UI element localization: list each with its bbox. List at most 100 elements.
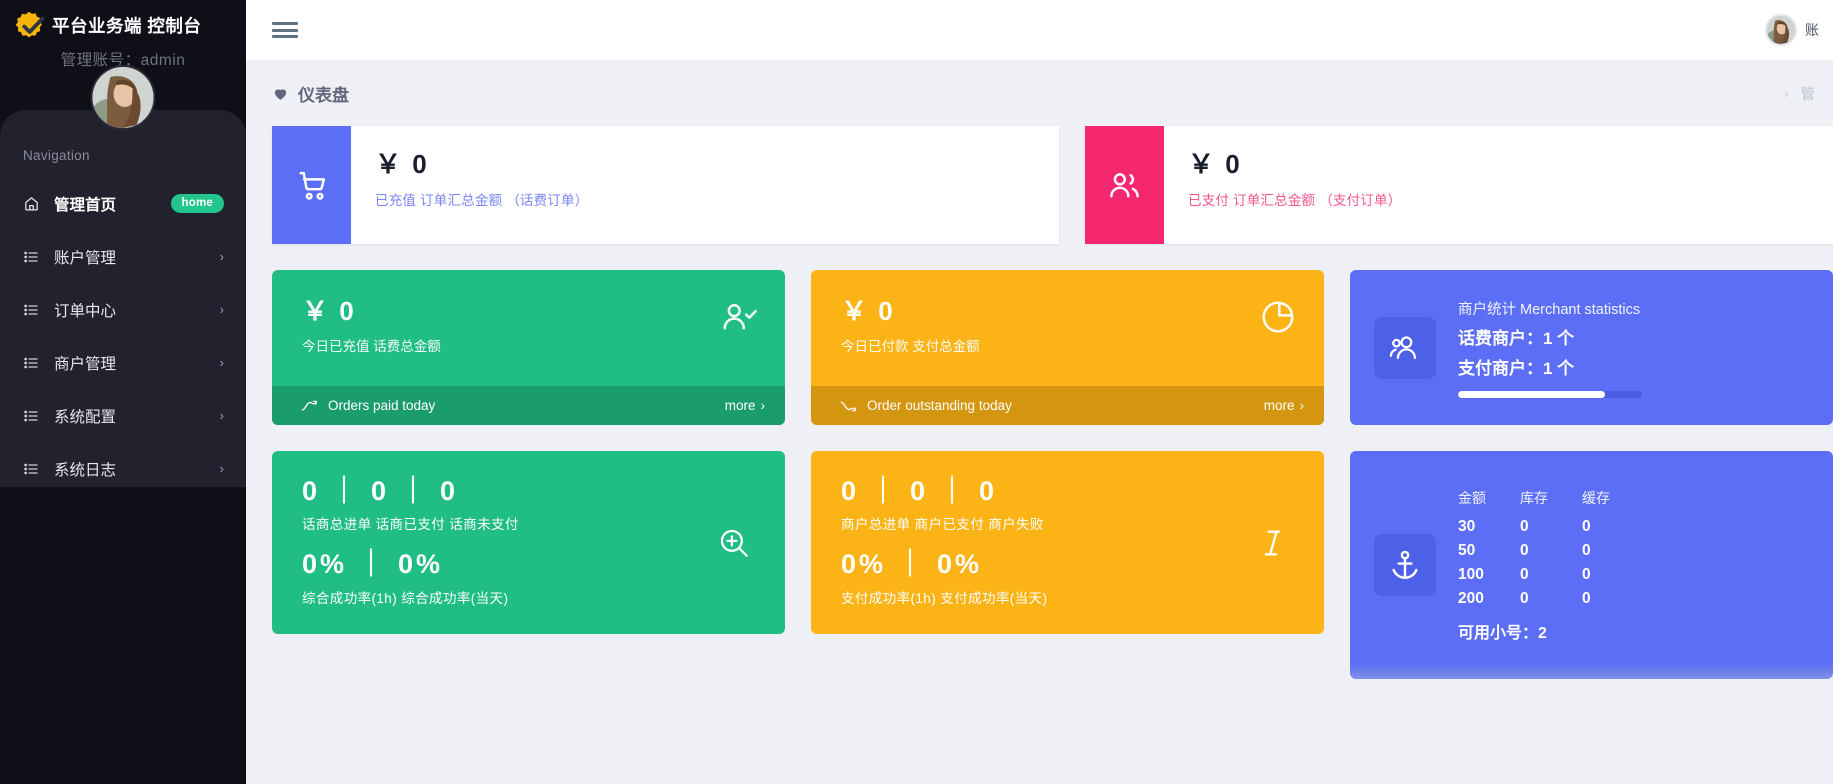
users-icon — [1085, 126, 1164, 244]
list-icon — [23, 302, 45, 318]
brand-title: 平台业务端 控制台 — [52, 13, 201, 38]
sidebar-item-home[interactable]: 管理首页 home — [0, 177, 246, 230]
tile-subtitle: 今日已充值 话费总金额 — [302, 335, 785, 355]
tile-amount: ￥ 0 — [841, 297, 1324, 326]
success-rate-labels: 综合成功率(1h) 综合成功率(当天) — [302, 587, 785, 607]
success-rates: 0% ｜ 0% — [841, 550, 1324, 578]
sidebar-item-orders[interactable]: 订单中心 › — [0, 283, 246, 336]
more-label: more — [725, 398, 756, 413]
tile-upper: ￥ 0 今日已付款 支付总金额 — [811, 270, 1324, 386]
shopping-cart-icon — [272, 126, 351, 244]
tile-order-outstanding-today: ￥ 0 今日已付款 支付总金额 — [811, 270, 1324, 425]
table-row: 200 0 0 — [1458, 587, 1644, 611]
home-badge: home — [171, 194, 224, 213]
topbar: 账 — [246, 0, 1833, 60]
text-cursor-icon[interactable] — [1256, 526, 1290, 560]
cell-cache: 0 — [1582, 515, 1644, 539]
breadcrumb-trail[interactable]: › 管 — [1784, 83, 1815, 104]
tile-subtitle: 今日已付款 支付总金额 — [841, 335, 1324, 355]
sidebar-nav: Navigation 管理首页 home 账户管理 › — [0, 110, 246, 487]
nav-heading: Navigation — [0, 148, 246, 163]
cell-amount: 30 — [1458, 515, 1520, 539]
cell-amount: 200 — [1458, 587, 1520, 611]
sidebar-item-label: 系统日志 — [54, 458, 116, 480]
chevron-right-icon: › — [220, 409, 224, 422]
tile-footer-label: Order outstanding today — [867, 398, 1012, 413]
stat-card-body: ￥ 0 已充值 订单汇总金额 （话费订单） — [351, 126, 588, 244]
breadcrumb: 仪表盘 › 管 — [246, 60, 1833, 126]
merchant-statistics-card: 商户统计 Merchant statistics 话费商户：1 个 支付商户：1… — [1350, 270, 1833, 425]
tile-footer[interactable]: Orders paid today more › — [272, 386, 785, 425]
merchant-heading: 商户统计 Merchant statistics — [1458, 298, 1642, 319]
top-stat-row: ￥ 0 已充值 订单汇总金额 （话费订单） ￥ 0 已支付 订单汇总金额 （支付… — [272, 126, 1833, 244]
sidebar-item-account[interactable]: 账户管理 › — [0, 230, 246, 283]
stock-card: 金额 库存 缓存 30 0 0 — [1350, 451, 1833, 679]
tile-footer-label: Orders paid today — [328, 398, 435, 413]
chevron-right-icon: › — [220, 250, 224, 263]
brand[interactable]: 平台业务端 控制台 — [0, 0, 246, 44]
column-header: 缓存 — [1582, 488, 1644, 515]
stat-card-paid-total: ￥ 0 已支付 订单汇总金额 （支付订单） — [1085, 126, 1833, 244]
sidebar: 平台业务端 控制台 管理账号：admin Navigation — [0, 0, 246, 784]
available-subaccount-label: 可用小号：2 — [1458, 619, 1644, 643]
card-fade-overlay — [1350, 663, 1833, 679]
bottom-tile-row: 0 ｜ 0 ｜ 0 话商总进单 话商已支付 话商未支付 0% ｜ 0% 综合成功… — [272, 451, 1833, 679]
gear-check-icon — [14, 10, 44, 40]
dashboard-content: ￥ 0 已充值 订单汇总金额 （话费订单） ￥ 0 已支付 订单汇总金额 （支付… — [246, 126, 1833, 784]
stat-card-body: ￥ 0 已支付 订单汇总金额 （支付订单） — [1164, 126, 1401, 244]
tile-phone-order-stats: 0 ｜ 0 ｜ 0 话商总进单 话商已支付 话商未支付 0% ｜ 0% 综合成功… — [272, 451, 785, 634]
order-count-labels: 商户总进单 商户已支付 商户失败 — [841, 513, 1324, 533]
chevron-right-icon: › — [220, 462, 224, 475]
stat-amount: ￥ 0 — [1188, 150, 1401, 179]
trend-up-icon — [301, 399, 318, 413]
merchant-pay-count: 支付商户：1 个 — [1458, 354, 1642, 379]
table-row: 50 0 0 — [1458, 539, 1644, 563]
sidebar-item-system-log[interactable]: 系统日志 › — [0, 442, 246, 495]
merchant-progress-bar — [1458, 391, 1642, 398]
list-icon — [23, 408, 45, 424]
chevron-right-icon: › — [1784, 86, 1788, 101]
table-row: 100 0 0 — [1458, 563, 1644, 587]
page-title-text: 仪表盘 — [298, 81, 349, 106]
cell-cache: 0 — [1582, 563, 1644, 587]
zoom-in-icon[interactable] — [717, 526, 751, 560]
topbar-username: 账 — [1805, 20, 1819, 40]
trend-down-icon — [840, 399, 857, 413]
cell-cache: 0 — [1582, 539, 1644, 563]
heart-icon — [272, 85, 289, 102]
app-root: 平台业务端 控制台 管理账号：admin Navigation — [0, 0, 1833, 784]
pie-chart-icon — [1259, 298, 1297, 336]
chevron-right-icon: › — [220, 356, 224, 369]
avatar[interactable] — [91, 65, 156, 130]
cell-stock: 0 — [1520, 539, 1582, 563]
success-rates: 0% ｜ 0% — [302, 550, 785, 578]
sidebar-item-merchant[interactable]: 商户管理 › — [0, 336, 246, 389]
tile-footer[interactable]: Order outstanding today more › — [811, 386, 1324, 425]
tile-orders-paid-today: ￥ 0 今日已充值 话费总金额 — [272, 270, 785, 425]
order-counts: 0 ｜ 0 ｜ 0 — [841, 477, 1324, 505]
sidebar-item-label: 账户管理 — [54, 246, 116, 268]
sidebar-item-system-config[interactable]: 系统配置 › — [0, 389, 246, 442]
order-count-labels: 话商总进单 话商已支付 话商未支付 — [302, 513, 785, 533]
column-header: 金额 — [1458, 488, 1520, 515]
column-header: 库存 — [1520, 488, 1582, 515]
stat-amount: ￥ 0 — [375, 150, 588, 179]
breadcrumb-trail-text: 管 — [1801, 83, 1816, 104]
more-link[interactable]: more › — [1264, 398, 1304, 413]
sidebar-item-label: 系统配置 — [54, 405, 116, 427]
user-check-icon — [720, 298, 758, 336]
cell-stock: 0 — [1520, 515, 1582, 539]
more-label: more — [1264, 398, 1295, 413]
success-rate-labels: 支付成功率(1h) 支付成功率(当天) — [841, 587, 1324, 607]
merchant-phone-count: 话费商户：1 个 — [1458, 324, 1642, 349]
main-area: 账 仪表盘 › 管 — [246, 0, 1833, 784]
cell-stock: 0 — [1520, 587, 1582, 611]
more-link[interactable]: more › — [725, 398, 765, 413]
cell-amount: 100 — [1458, 563, 1520, 587]
table-header-row: 金额 库存 缓存 — [1458, 488, 1644, 515]
list-icon — [23, 355, 45, 371]
topbar-user-area[interactable]: 账 — [1765, 14, 1819, 46]
user-avatar — [1765, 14, 1797, 46]
stat-caption: 已支付 订单汇总金额 （支付订单） — [1188, 189, 1401, 209]
hamburger-icon[interactable] — [272, 20, 298, 40]
